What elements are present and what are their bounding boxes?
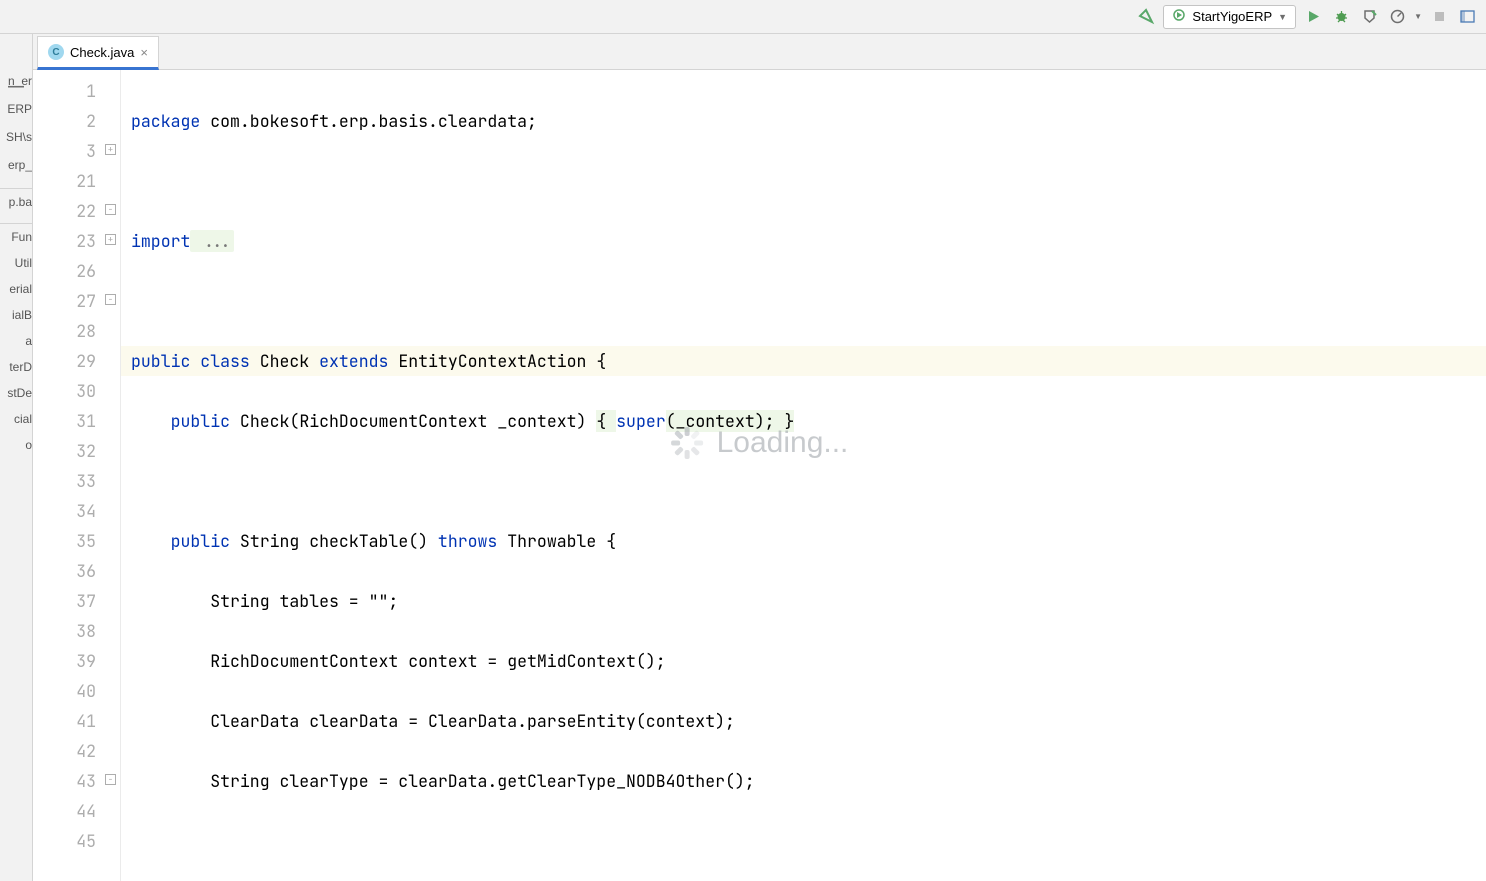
line-number: 26 [33, 256, 120, 286]
line-number: 36 [33, 556, 120, 586]
fold-collapse-icon[interactable]: - [105, 294, 116, 305]
line-number: 34 [33, 496, 120, 526]
tree-item-fragment[interactable]: terD [0, 358, 32, 384]
line-number: 1 [33, 76, 120, 106]
line-number: 38 [33, 616, 120, 646]
line-number: 29 [33, 346, 120, 376]
fold-collapse-icon[interactable]: - [105, 774, 116, 785]
editor-area: C Check.java × 123+2122-23+2627-28293031… [33, 34, 1486, 881]
tree-item-fragment[interactable]: a [0, 332, 32, 358]
line-number: 45 [33, 826, 120, 856]
chevron-down-icon: ▼ [1278, 12, 1287, 22]
editor-tab-bar: C Check.java × [33, 34, 1486, 70]
close-tab-icon[interactable]: × [140, 45, 148, 60]
file-tab-check-java[interactable]: C Check.java × [37, 36, 159, 70]
tree-item-fragment[interactable]: p.ba [0, 193, 32, 219]
layout-icon[interactable] [1456, 6, 1478, 28]
line-number: 39 [33, 646, 120, 676]
profile-dropdown-icon[interactable]: ▼ [1414, 12, 1422, 21]
line-number: 41 [33, 706, 120, 736]
line-number: 27- [33, 286, 120, 316]
tree-item-fragment[interactable]: o [0, 436, 32, 462]
project-tree-collapsed[interactable]: — n_erERPSH\s_erpp.baFunUtilerialialBate… [0, 34, 33, 881]
line-number: 31 [33, 406, 120, 436]
fold-collapse-icon[interactable]: - [105, 204, 116, 215]
fold-expand-icon[interactable]: + [105, 234, 116, 245]
tree-item-fragment[interactable]: SH\s [0, 128, 32, 156]
run-configuration-dropdown[interactable]: StartYigoERP ▼ [1163, 5, 1296, 29]
run-config-name: StartYigoERP [1192, 9, 1272, 24]
code-editor[interactable]: 123+2122-23+2627-28293031323334353637383… [33, 70, 1486, 881]
tree-item-fragment[interactable]: cial [0, 410, 32, 436]
line-number: 22- [33, 196, 120, 226]
debug-icon[interactable] [1330, 6, 1352, 28]
line-number: 42 [33, 736, 120, 766]
line-number: 3+ [33, 136, 120, 166]
line-number: 2 [33, 106, 120, 136]
run-icon[interactable] [1302, 6, 1324, 28]
stop-icon[interactable] [1428, 6, 1450, 28]
tree-item-fragment[interactable]: Util [0, 254, 32, 280]
line-number: 40 [33, 676, 120, 706]
tree-item-fragment[interactable]: Fun [0, 228, 32, 254]
line-number-gutter: 123+2122-23+2627-28293031323334353637383… [33, 70, 121, 881]
tree-item-fragment[interactable]: _erp [0, 156, 32, 184]
line-number: 33 [33, 466, 120, 496]
line-number: 32 [33, 436, 120, 466]
line-number: 28 [33, 316, 120, 346]
tree-item-fragment[interactable]: erial [0, 280, 32, 306]
build-icon[interactable] [1135, 6, 1157, 28]
line-number: 23+ [33, 226, 120, 256]
tree-item-fragment[interactable]: stDe [0, 384, 32, 410]
tree-item-fragment[interactable]: ERP [0, 100, 32, 128]
main-toolbar: StartYigoERP ▼ ▼ [0, 0, 1486, 34]
line-number: 21 [33, 166, 120, 196]
line-number: 37 [33, 586, 120, 616]
tab-filename: Check.java [70, 45, 134, 60]
coverage-icon[interactable] [1358, 6, 1380, 28]
code-content[interactable]: package com.bokesoft.erp.basis.cleardata… [121, 70, 1486, 881]
minimize-icon[interactable]: — [8, 78, 28, 98]
tree-item-fragment[interactable]: ialB [0, 306, 32, 332]
profile-icon[interactable] [1386, 6, 1408, 28]
line-number: 43- [33, 766, 120, 796]
fold-expand-icon[interactable]: + [105, 144, 116, 155]
main-area: — n_erERPSH\s_erpp.baFunUtilerialialBate… [0, 34, 1486, 881]
line-number: 44 [33, 796, 120, 826]
run-config-icon [1172, 8, 1186, 25]
java-class-icon: C [48, 44, 64, 60]
line-number: 30 [33, 376, 120, 406]
line-number: 35 [33, 526, 120, 556]
